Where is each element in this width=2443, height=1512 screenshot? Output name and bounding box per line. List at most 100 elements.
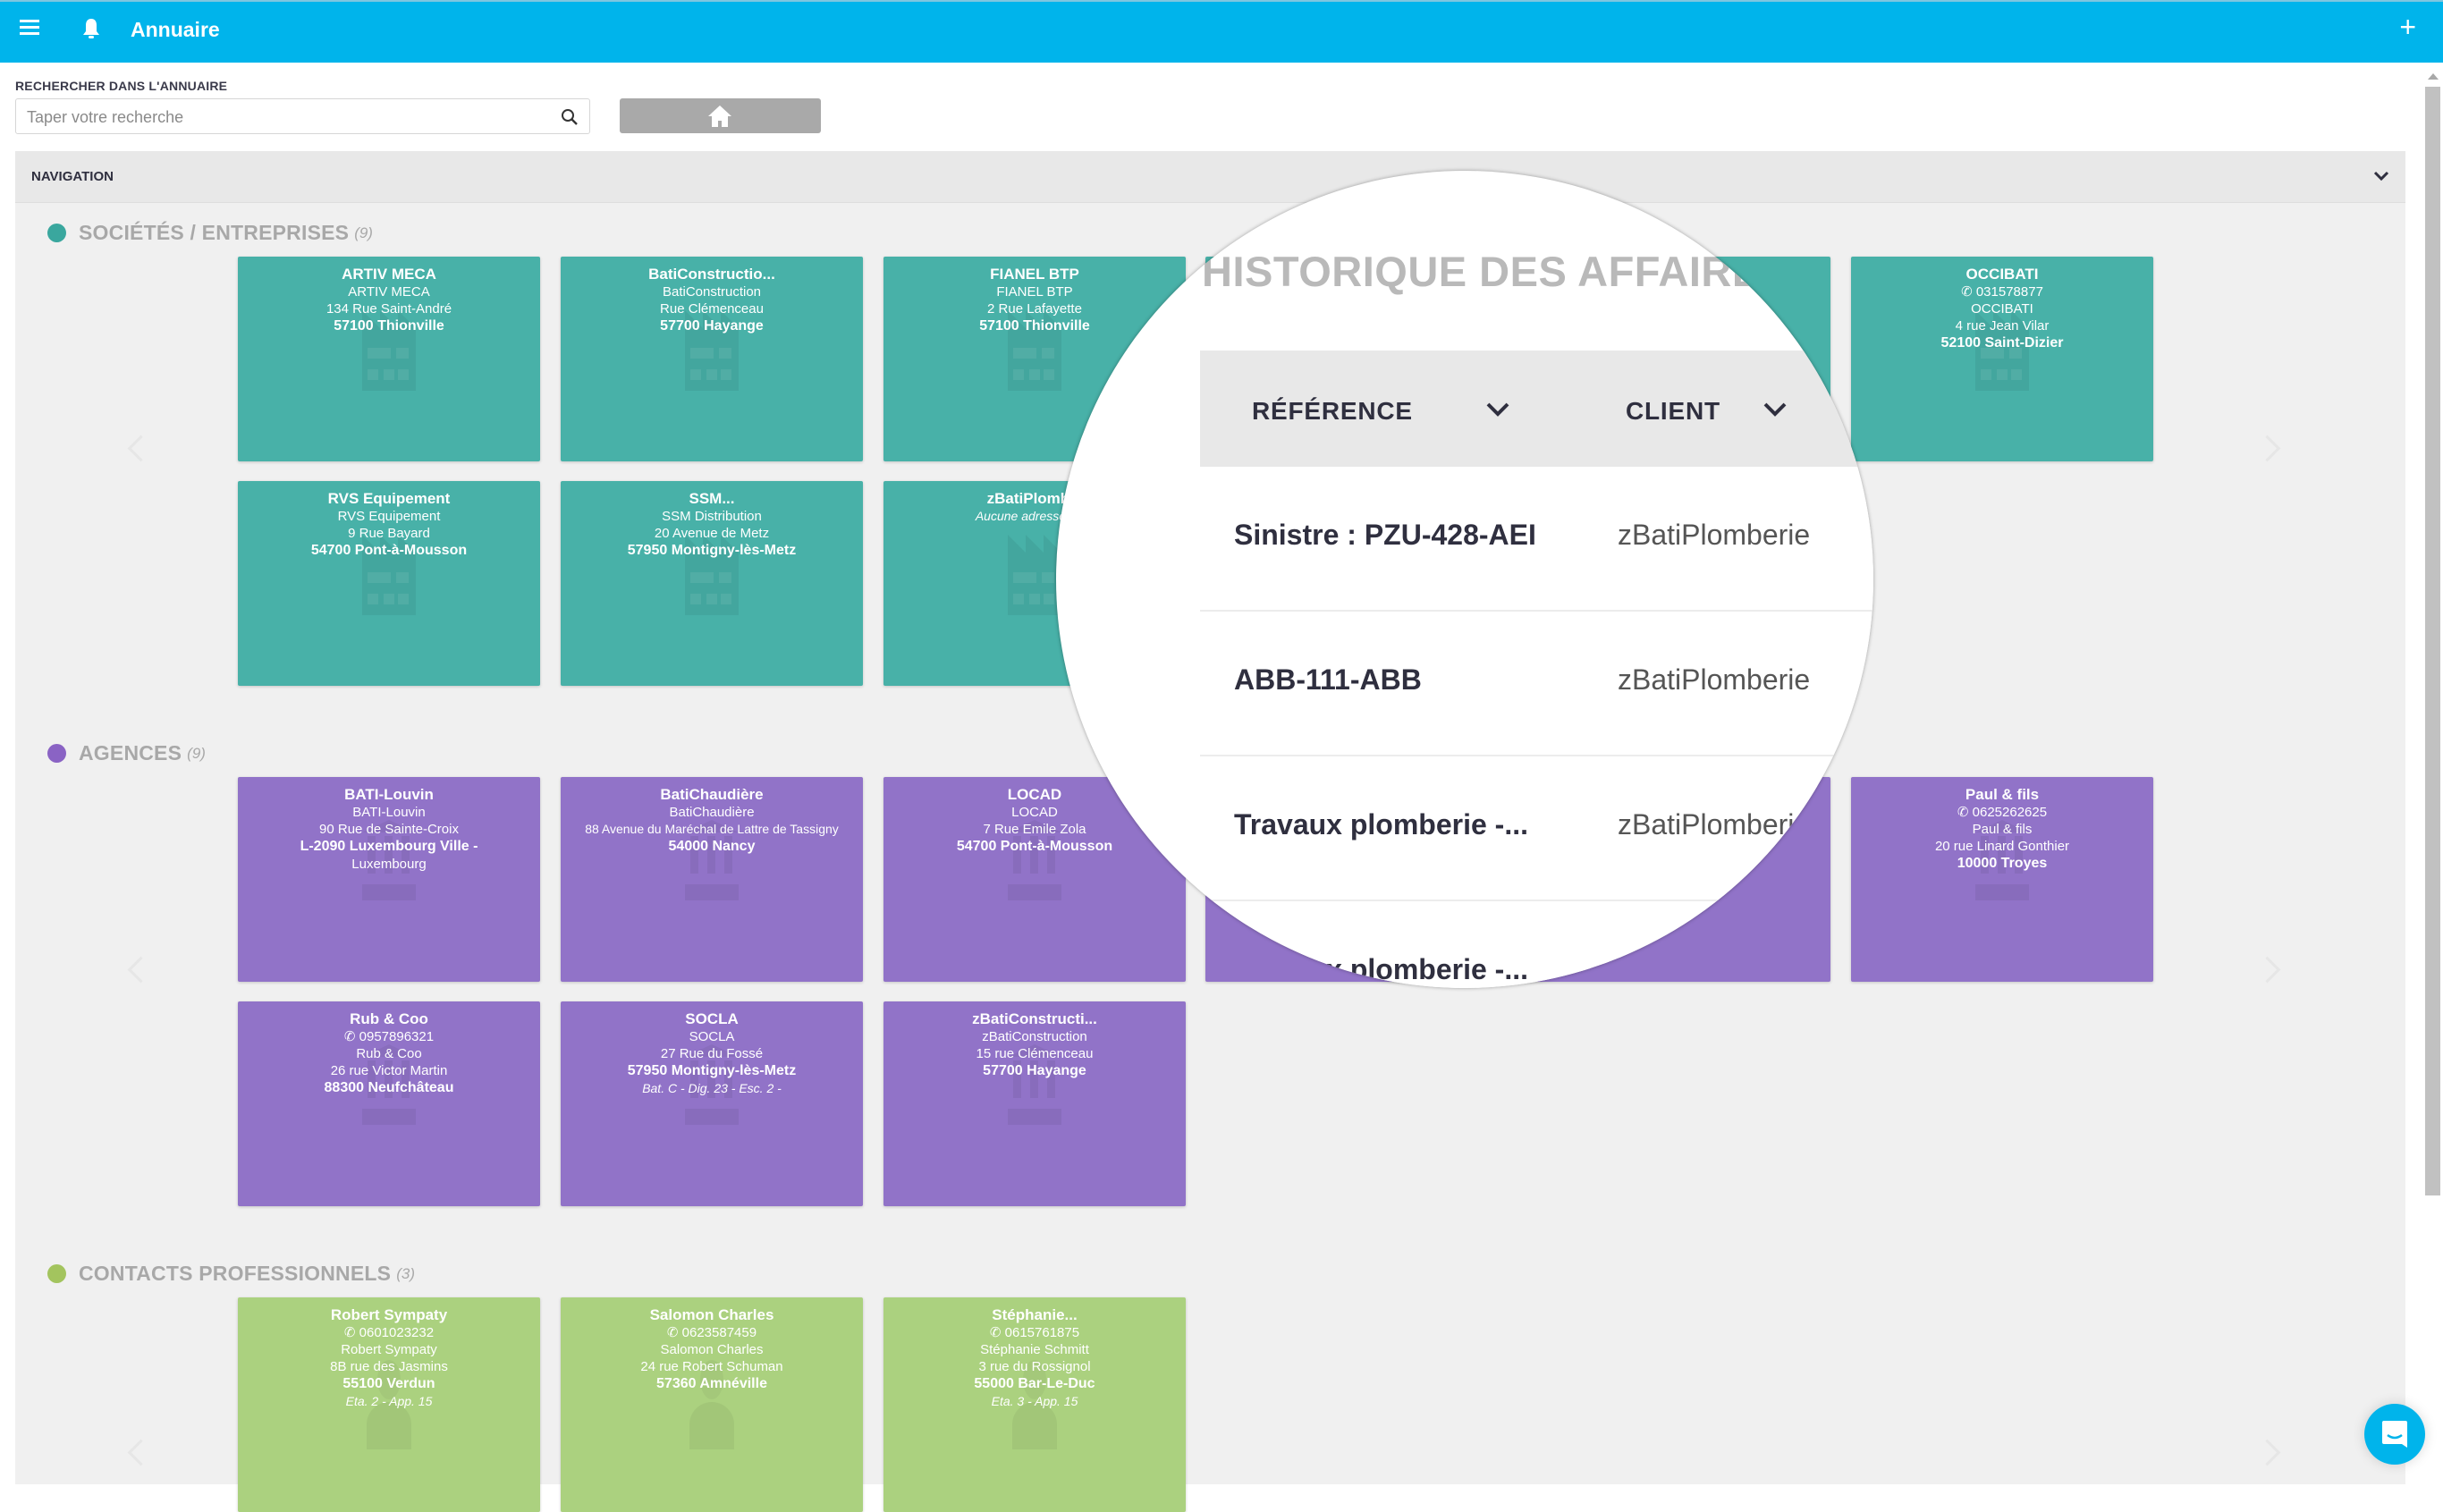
company-card[interactable]: BatiConstructio... BatiConstruction Rue …	[561, 257, 863, 461]
hamburger-menu-icon[interactable]	[20, 20, 39, 36]
card-title: Stéphanie...	[992, 1306, 1078, 1323]
card-city: 54000 Nancy	[668, 839, 756, 854]
card-line: Luxembourg	[351, 857, 427, 872]
chevron-down-icon[interactable]	[2373, 171, 2389, 182]
card-city: 54700 Pont-à-Mousson	[956, 839, 1113, 854]
contact-card[interactable]: Salomon Charles ✆ 0623587459 Salomon Cha…	[561, 1297, 863, 1512]
card-line: Rue Clémenceau	[660, 301, 764, 317]
company-card[interactable]: RVS Equipement RVS Equipement 9 Rue Baya…	[238, 481, 540, 686]
phone-icon: ✆	[989, 1325, 1002, 1340]
table-row[interactable]: ABB-111-ABB zBatiPlomberie	[1200, 612, 1873, 756]
chat-button[interactable]	[2364, 1404, 2425, 1465]
card-title: OCCIBATI	[1965, 266, 2039, 283]
carousel-prev-arrow[interactable]	[127, 956, 155, 984]
card-line: SSM Distribution	[662, 509, 762, 524]
table-row[interactable]: Travaux plomberie -... zBatiPlomberie	[1200, 901, 1873, 988]
section-title: AGENCES	[79, 741, 182, 764]
contact-card[interactable]: Robert Sympaty ✆ 0601023232 Robert Sympa…	[238, 1297, 540, 1512]
row-client: zBatiPlomberie	[1618, 519, 1811, 551]
search-icon[interactable]	[561, 108, 579, 126]
card-phone: ✆ 0625262625	[1851, 804, 2153, 821]
company-card[interactable]: OCCIBATI ✆ 031578877 OCCIBATI 4 rue Jean…	[1851, 257, 2153, 461]
card-line: 134 Rue Saint-André	[325, 301, 452, 317]
card-line: SOCLA	[689, 1029, 735, 1044]
card-line: Salomon Charles	[660, 1342, 764, 1357]
page-title: Annuaire	[131, 18, 220, 41]
section-header-agences: AGENCES (9)	[47, 741, 206, 765]
section-header-contacts: CONTACTS PROFESSIONNELS (3)	[47, 1262, 415, 1286]
navigation-label: NAVIGATION	[31, 169, 114, 184]
card-city: 10000 Troyes	[1957, 856, 2048, 871]
card-title: ARTIV MECA	[342, 266, 436, 283]
agency-card[interactable]: SOCLA SOCLA 27 Rue du Fossé 57950 Montig…	[561, 1001, 863, 1206]
card-title: SSM...	[689, 490, 735, 507]
navigation-header[interactable]: NAVIGATION	[15, 151, 2405, 203]
card-line: 90 Rue de Sainte-Croix	[319, 822, 459, 837]
chevron-down-icon[interactable]	[1484, 401, 1511, 418]
card-line: 3 rue du Rossignol	[978, 1359, 1091, 1374]
phone-number: 0601023232	[359, 1325, 435, 1340]
carousel-next-arrow[interactable]	[2253, 956, 2281, 984]
search-input[interactable]	[25, 105, 547, 130]
card-phone: ✆ 0601023232	[238, 1324, 540, 1341]
phone-icon: ✆	[1961, 284, 1973, 300]
row-client: zBatiPlomberie	[1618, 663, 1811, 696]
column-header-client[interactable]: CLIENT	[1626, 397, 1720, 426]
card-line: Rub & Coo	[356, 1046, 422, 1061]
agency-card[interactable]: zBatiConstructi... zBatiConstruction 15 …	[883, 1001, 1186, 1206]
factory-icon	[1008, 535, 1061, 615]
section-title: SOCIÉTÉS / ENTREPRISES	[79, 221, 350, 244]
card-phone: ✆ 0623587459	[561, 1324, 863, 1341]
carousel-prev-arrow[interactable]	[127, 435, 155, 462]
card-line: BatiConstruction	[662, 284, 762, 300]
card-line: BATI-Louvin	[352, 805, 426, 820]
phone-icon: ✆	[343, 1029, 356, 1044]
row-client: zBatiPlomberie	[1618, 953, 1811, 985]
scrollbar-thumb[interactable]	[2425, 87, 2440, 1195]
page-scrollbar[interactable]	[2422, 63, 2443, 1484]
add-button[interactable]: +	[2399, 13, 2416, 41]
company-card[interactable]: SSM... SSM Distribution 20 Avenue de Met…	[561, 481, 863, 686]
row-reference: ABB-111-ABB	[1234, 663, 1422, 696]
card-city: 57950 Montigny-lès-Metz	[627, 1063, 797, 1078]
card-city: 54700 Pont-à-Mousson	[310, 543, 468, 558]
table-row[interactable]: Sinistre : PZU-428-AEI zBatiPlomberie	[1200, 467, 1873, 612]
carousel-next-arrow[interactable]	[2253, 435, 2281, 462]
card-line: 9 Rue Bayard	[348, 526, 430, 541]
home-button[interactable]	[620, 98, 821, 133]
agency-card[interactable]: BATI-Louvin BATI-Louvin 90 Rue de Sainte…	[238, 777, 540, 982]
bell-icon[interactable]	[80, 16, 102, 43]
chevron-down-icon[interactable]	[1762, 401, 1788, 418]
card-city: 57360 Amnéville	[656, 1376, 767, 1391]
card-city: 57700 Hayange	[660, 318, 764, 334]
phone-number: 0623587459	[681, 1325, 757, 1340]
card-line: Stéphanie Schmitt	[980, 1342, 1089, 1357]
carousel-prev-arrow[interactable]	[127, 1439, 155, 1466]
agency-card[interactable]: BatiChaudière BatiChaudière 88 Avenue du…	[561, 777, 863, 982]
column-header-reference[interactable]: RÉFÉRENCE	[1252, 397, 1413, 426]
card-note: Eta. 3 - App. 15	[991, 1394, 1078, 1408]
card-note: Eta. 2 - App. 15	[345, 1394, 433, 1408]
company-card[interactable]: ARTIV MECA ARTIV MECA 134 Rue Saint-Andr…	[238, 257, 540, 461]
card-title: BATI-Louvin	[344, 786, 434, 803]
card-title: BatiChaudière	[660, 786, 764, 803]
card-title: SOCLA	[685, 1010, 739, 1027]
agency-card[interactable]: Rub & Coo ✆ 0957896321 Rub & Coo 26 rue …	[238, 1001, 540, 1206]
agency-card[interactable]: Paul & fils ✆ 0625262625 Paul & fils 20 …	[1851, 777, 2153, 982]
card-phone: ✆ 031578877	[1851, 283, 2153, 300]
card-line: FIANEL BTP	[996, 284, 1073, 300]
scroll-up-arrow-icon[interactable]	[2428, 73, 2439, 80]
card-line: BatiChaudière	[669, 805, 755, 820]
card-line: Paul & fils	[1972, 822, 2033, 837]
phone-icon: ✆	[1957, 805, 1969, 820]
card-phone: ✆ 0957896321	[238, 1028, 540, 1045]
table-row[interactable]: Travaux plomberie -... zBatiPlomberie	[1200, 756, 1873, 901]
card-title: Robert Sympaty	[330, 1306, 448, 1323]
carousel-next-arrow[interactable]	[2253, 1439, 2281, 1466]
contact-card[interactable]: Stéphanie... ✆ 0615761875 Stéphanie Schm…	[883, 1297, 1186, 1512]
card-title: Salomon Charles	[649, 1306, 774, 1323]
section-count: (9)	[187, 744, 206, 762]
table-header: RÉFÉRENCE CLIENT	[1200, 351, 1873, 467]
section-count: (9)	[354, 224, 373, 241]
card-city: 88300 Neufchâteau	[324, 1080, 454, 1095]
